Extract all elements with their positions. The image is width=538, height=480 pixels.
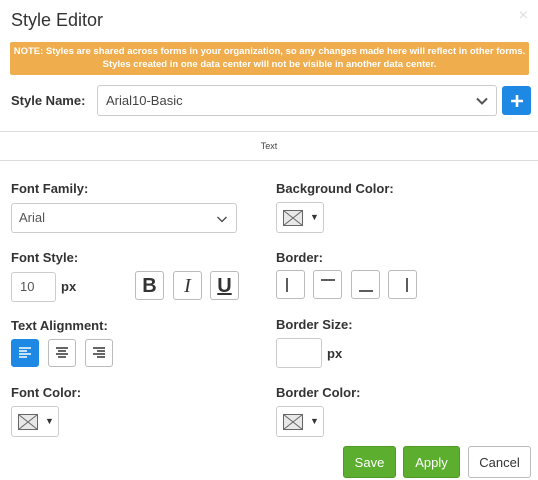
align-right-button[interactable]	[85, 339, 113, 367]
font-size-unit: px	[61, 279, 77, 294]
style-name-value: Arial10-Basic	[106, 93, 183, 108]
font-family-label: Font Family:	[11, 181, 89, 196]
font-color-label: Font Color:	[11, 385, 82, 400]
background-color-label: Background Color:	[276, 181, 394, 196]
border-top-icon	[320, 278, 335, 281]
shared-styles-note: NOTE: Styles are shared across forms in …	[10, 42, 529, 75]
border-size-input[interactable]	[276, 338, 322, 368]
border-top-button[interactable]	[313, 270, 342, 299]
font-style-label: Font Style:	[11, 250, 79, 265]
border-right-icon	[405, 277, 408, 292]
font-family-select[interactable]: Arial	[11, 203, 237, 233]
align-left-icon	[19, 347, 31, 358]
divider	[0, 160, 538, 161]
border-right-button[interactable]	[388, 270, 417, 299]
no-color-icon	[283, 414, 303, 430]
border-bottom-icon	[358, 289, 373, 292]
caret-down-icon: ▼	[310, 416, 319, 426]
font-size-input[interactable]: 10	[11, 272, 56, 302]
align-center-icon	[56, 347, 68, 358]
apply-button[interactable]: Apply	[403, 446, 460, 478]
underline-icon: U	[217, 274, 232, 297]
text-alignment-label: Text Alignment:	[11, 318, 108, 333]
border-left-button[interactable]	[276, 270, 305, 299]
caret-down-icon: ▼	[310, 212, 319, 222]
border-label: Border:	[276, 250, 323, 265]
italic-icon: I	[184, 274, 191, 297]
tab-text[interactable]: Text	[0, 141, 538, 151]
align-left-button[interactable]	[11, 339, 39, 367]
divider	[0, 131, 538, 132]
cancel-button[interactable]: Cancel	[468, 446, 531, 478]
align-right-icon	[93, 347, 105, 358]
underline-button[interactable]: U	[210, 271, 239, 300]
plus-icon	[510, 94, 523, 107]
chevron-down-icon	[476, 97, 488, 105]
dialog-title: Style Editor	[11, 10, 104, 30]
style-name-label: Style Name:	[11, 93, 86, 108]
save-button[interactable]: Save	[343, 446, 396, 478]
border-bottom-button[interactable]	[351, 270, 380, 299]
bold-button[interactable]: B	[135, 271, 164, 300]
no-color-icon	[283, 210, 303, 226]
style-editor-dialog: Style Editor × NOTE: Styles are shared a…	[0, 0, 538, 480]
italic-button[interactable]: I	[173, 271, 202, 300]
no-color-icon	[18, 414, 38, 430]
close-icon[interactable]: ×	[519, 8, 528, 24]
add-style-button[interactable]	[502, 86, 531, 115]
chevron-down-icon	[217, 216, 227, 223]
background-color-picker[interactable]: ▼	[276, 202, 324, 233]
font-family-value: Arial	[19, 210, 46, 225]
bold-icon: B	[142, 274, 157, 297]
border-size-unit: px	[327, 346, 343, 361]
border-color-label: Border Color:	[276, 385, 361, 400]
border-color-picker[interactable]: ▼	[276, 406, 324, 437]
font-color-picker[interactable]: ▼	[11, 406, 59, 437]
style-name-select[interactable]: Arial10-Basic	[97, 85, 497, 116]
border-size-label: Border Size:	[276, 317, 353, 332]
border-left-icon	[285, 277, 288, 292]
caret-down-icon: ▼	[45, 416, 54, 426]
align-center-button[interactable]	[48, 339, 76, 367]
